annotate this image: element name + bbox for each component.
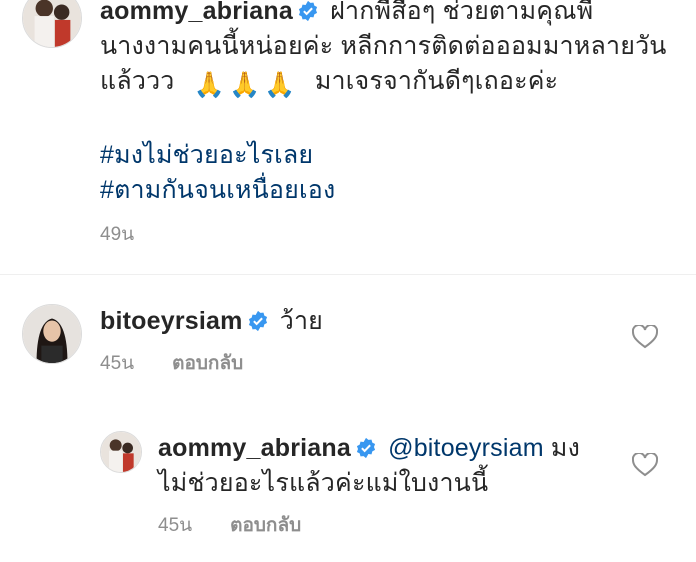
comment-text: bitoeyrsiam ว้าย: [100, 304, 620, 339]
folded-hands-icon: 🙏: [229, 71, 261, 99]
verified-badge-icon: [247, 310, 269, 332]
caption-line-3: แล้ววว: [100, 67, 175, 95]
hashtag-link[interactable]: #มงไม่ช่วยอะไรเลย: [100, 138, 680, 173]
reply-body-second: ไม่ช่วยอะไรแล้วค่ะแม่ใบงานนี้: [158, 469, 489, 497]
reply-button[interactable]: ตอบกลับ: [172, 353, 243, 374]
avatar[interactable]: [22, 304, 82, 364]
comment-body: ว้าย: [279, 307, 324, 335]
reply-text: aommy_abriana @bitoeyrsiam มง ไม่ช่วยอะไ…: [158, 431, 628, 501]
folded-hands-icon: 🙏: [193, 71, 226, 99]
mention-link[interactable]: @bitoeyrsiam: [388, 434, 544, 462]
caption-username[interactable]: aommy_abriana: [100, 0, 293, 25]
like-heart-icon[interactable]: [632, 325, 658, 349]
reply-body-first: มง: [550, 434, 580, 462]
caption-meta: 49น: [100, 224, 172, 246]
caption-timestamp: 49น: [100, 224, 135, 245]
comment-timestamp: 45น: [100, 353, 135, 374]
caption-line-1: ฝากพี่สื่อๆ ช่วยตามคุณพี่: [330, 0, 594, 25]
avatar[interactable]: [22, 0, 82, 48]
reply-timestamp: 45น: [158, 515, 193, 536]
hashtag-link[interactable]: #ตามกันจนเหนื่อยเอง: [100, 173, 680, 208]
reply-button[interactable]: ตอบกลับ: [230, 515, 301, 536]
divider: [0, 274, 696, 275]
verified-badge-icon: [297, 0, 319, 22]
reply-meta: 45น ตอบกลับ: [158, 515, 339, 537]
avatar[interactable]: [100, 431, 142, 473]
caption-line-2: นางงามคนนี้หน่อยค่ะ หลีกการติดต่อออมมาหล…: [100, 32, 667, 60]
caption-text: aommy_abriana ฝากพี่สื่อๆ ช่วยตามคุณพี่ …: [100, 0, 680, 208]
folded-hands-icon: 🙏: [264, 71, 296, 99]
caption-line-4: มาเจรจากันดีๆเถอะค่ะ: [314, 67, 559, 95]
reply-username[interactable]: aommy_abriana: [158, 434, 351, 462]
like-heart-icon[interactable]: [632, 453, 658, 477]
verified-badge-icon: [355, 437, 377, 459]
comments-panel: aommy_abriana ฝากพี่สื่อๆ ช่วยตามคุณพี่ …: [0, 0, 696, 562]
comment-username[interactable]: bitoeyrsiam: [100, 307, 243, 335]
comment-meta: 45น ตอบกลับ: [100, 353, 281, 375]
